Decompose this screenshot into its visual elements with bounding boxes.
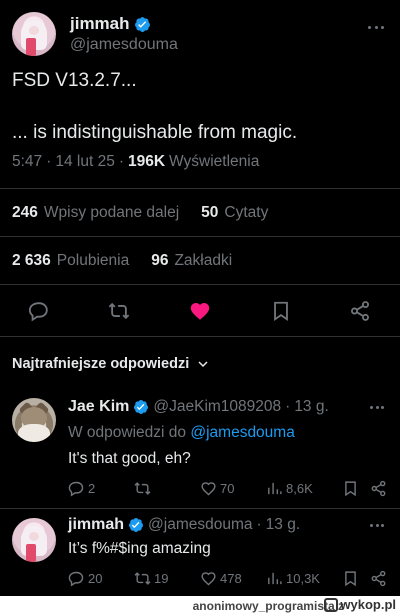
- tweet-action-bar: [0, 292, 400, 328]
- tweet-date[interactable]: 14 lut 25: [55, 153, 114, 171]
- likes-count[interactable]: 2 636: [12, 252, 51, 270]
- divider: [0, 508, 400, 509]
- repost-icon[interactable]: [108, 300, 130, 322]
- tweet-meta: 5:47 · 14 lut 25 · 196K Wyświetlenia: [12, 153, 260, 171]
- verified-badge-icon: [129, 518, 144, 532]
- replies-sort-button[interactable]: Najtrafniejsze odpowiedzi: [12, 356, 209, 372]
- views-count: 10,3K: [286, 571, 320, 586]
- author-name-row[interactable]: jimmah: [70, 14, 151, 34]
- verified-badge-icon: [134, 16, 150, 32]
- reposts-quotes-stats: 246 Wpisy podane dalej 50 Cytaty: [12, 204, 268, 222]
- author-handle[interactable]: @jamesdouma: [70, 36, 178, 54]
- reposts-label[interactable]: Wpisy podane dalej: [44, 204, 179, 222]
- replies-header: Najtrafniejsze odpowiedzi: [12, 356, 190, 372]
- author-name[interactable]: jimmah: [70, 14, 130, 34]
- reply-author-handle[interactable]: @jamesdouma: [148, 516, 252, 534]
- tweet-text-line-1: FSD V13.2.7...: [12, 70, 137, 91]
- reply-author-name[interactable]: jimmah: [68, 516, 124, 534]
- repost-icon: [134, 572, 151, 585]
- divider: [0, 188, 400, 189]
- more-icon[interactable]: [370, 524, 384, 528]
- divider: [0, 236, 400, 237]
- tweet-time[interactable]: 5:47: [12, 153, 42, 171]
- verified-badge-icon: [134, 400, 149, 414]
- views-count: 8,6K: [286, 481, 313, 496]
- like-icon: [201, 572, 216, 586]
- reply-icon[interactable]: [28, 300, 50, 322]
- share-icon[interactable]: [370, 570, 387, 587]
- more-icon[interactable]: [368, 26, 384, 30]
- reply-views-button[interactable]: 10,3K: [266, 570, 320, 587]
- reply-to-handle[interactable]: @jamesdouma: [190, 424, 294, 441]
- reply-reply-button[interactable]: 2: [68, 480, 95, 497]
- views-count: 196K: [127, 153, 166, 170]
- reply-repost-button[interactable]: 19: [134, 570, 168, 587]
- share-icon[interactable]: [349, 300, 371, 322]
- reply-like-button[interactable]: 70: [200, 480, 234, 497]
- reply-icon: [68, 481, 84, 497]
- bookmarks-count[interactable]: 96: [151, 252, 168, 270]
- bookmark-icon[interactable]: [270, 300, 292, 322]
- repost-icon: [134, 482, 151, 495]
- repost-count: 19: [154, 571, 169, 586]
- wykop-logo-icon: [324, 597, 339, 612]
- reply-action-bar: 2 70 8,6K: [68, 480, 388, 500]
- bookmark-icon[interactable]: [342, 570, 359, 587]
- like-icon[interactable]: [189, 300, 211, 322]
- reply-count: 2: [88, 481, 96, 496]
- divider: [0, 284, 400, 285]
- views-icon: [268, 572, 282, 585]
- reply-header: Jae Kim @JaeKim1089208 · 13 g.: [68, 398, 329, 416]
- like-count: 478: [220, 571, 242, 586]
- like-count: 70: [220, 481, 235, 496]
- reply-item[interactable]: Jae Kim @JaeKim1089208 · 13 g. W odpowie…: [12, 398, 388, 498]
- quotes-count[interactable]: 50: [201, 204, 218, 222]
- reply-count: 20: [88, 571, 103, 586]
- reply-author-handle[interactable]: @JaeKim1089208: [153, 398, 281, 416]
- watermark-bar: anonimowy_programista z wykop.pl: [0, 596, 400, 616]
- reply-views-button[interactable]: 8,6K: [266, 480, 313, 497]
- reply-item[interactable]: jimmah @jamesdouma · 13 g. It’s f%#$ing …: [12, 516, 388, 594]
- avatar[interactable]: [12, 12, 56, 56]
- reply-reply-button[interactable]: 20: [68, 570, 102, 587]
- avatar[interactable]: [12, 518, 56, 562]
- likes-bookmarks-stats: 2 636 Polubienia 96 Zakładki: [12, 252, 232, 270]
- reply-text: It's that good, eh?: [68, 450, 191, 467]
- main-tweet-header: jimmah @jamesdouma: [12, 10, 388, 58]
- reply-time[interactable]: 13 g.: [294, 398, 328, 416]
- reply-to-line: W odpowiedzi do @jamesdouma: [68, 424, 295, 442]
- tweet-text-line-2: ... is indistinguishable from magic.: [12, 122, 298, 143]
- more-icon[interactable]: [370, 406, 384, 410]
- bookmarks-label[interactable]: Zakładki: [174, 252, 232, 270]
- divider: [0, 336, 400, 337]
- reposts-count[interactable]: 246: [12, 204, 38, 222]
- watermark-user: anonimowy_programista z: [192, 599, 344, 613]
- share-icon[interactable]: [370, 480, 387, 497]
- views-label: Wyświetlenia: [169, 153, 260, 170]
- like-icon: [201, 482, 216, 496]
- reply-like-button[interactable]: 478: [200, 570, 242, 587]
- reply-author-name[interactable]: Jae Kim: [68, 398, 129, 416]
- reply-action-bar: 20 19 478 10,3K: [68, 570, 388, 590]
- quotes-label[interactable]: Cytaty: [224, 204, 268, 222]
- chevron-down-icon: [198, 361, 208, 368]
- reply-time[interactable]: 13 g.: [266, 516, 300, 534]
- avatar[interactable]: [12, 398, 56, 442]
- bookmark-icon[interactable]: [342, 480, 359, 497]
- reply-to-prefix: W odpowiedzi do: [68, 424, 187, 441]
- reply-icon: [68, 571, 84, 587]
- reply-repost-button[interactable]: [134, 480, 154, 497]
- watermark-site: wykop.pl: [324, 597, 396, 612]
- reply-text: It’s f%#$ing amazing: [68, 540, 211, 557]
- likes-label[interactable]: Polubienia: [57, 252, 129, 270]
- reply-header: jimmah @jamesdouma · 13 g.: [68, 516, 301, 534]
- views-icon: [268, 482, 282, 495]
